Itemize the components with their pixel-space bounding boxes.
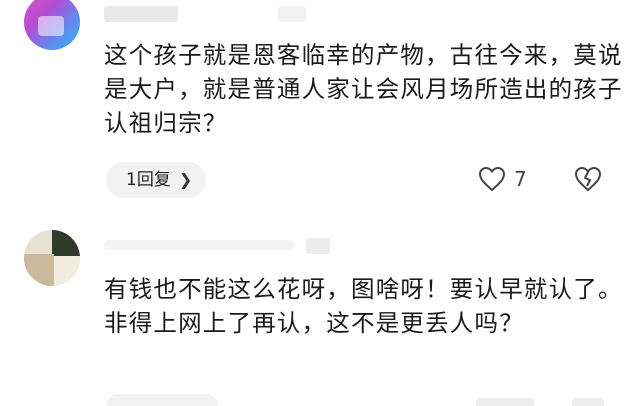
comment-text: 有钱也不能这么花呀，图啥呀！要认早就认了。非得上网上了再认，这不是更丢人吗？	[104, 275, 623, 337]
username-blurred[interactable]	[104, 240, 294, 250]
dislike-button-partial[interactable]	[572, 398, 604, 406]
avatar[interactable]	[24, 230, 80, 286]
comment-item: 有钱也不能这么花呀，图啥呀！要认早就认了。非得上网上了再认，这不是更丢人吗？	[0, 0, 640, 406]
view-replies-button[interactable]	[106, 394, 218, 406]
username-blurred-extra	[306, 238, 330, 254]
like-button-partial[interactable]	[476, 398, 534, 406]
comment-list: 这个孩子就是恩客临幸的产物，古往今来，莫说是大户，就是普通人家让会风月场所造出的…	[0, 0, 640, 406]
